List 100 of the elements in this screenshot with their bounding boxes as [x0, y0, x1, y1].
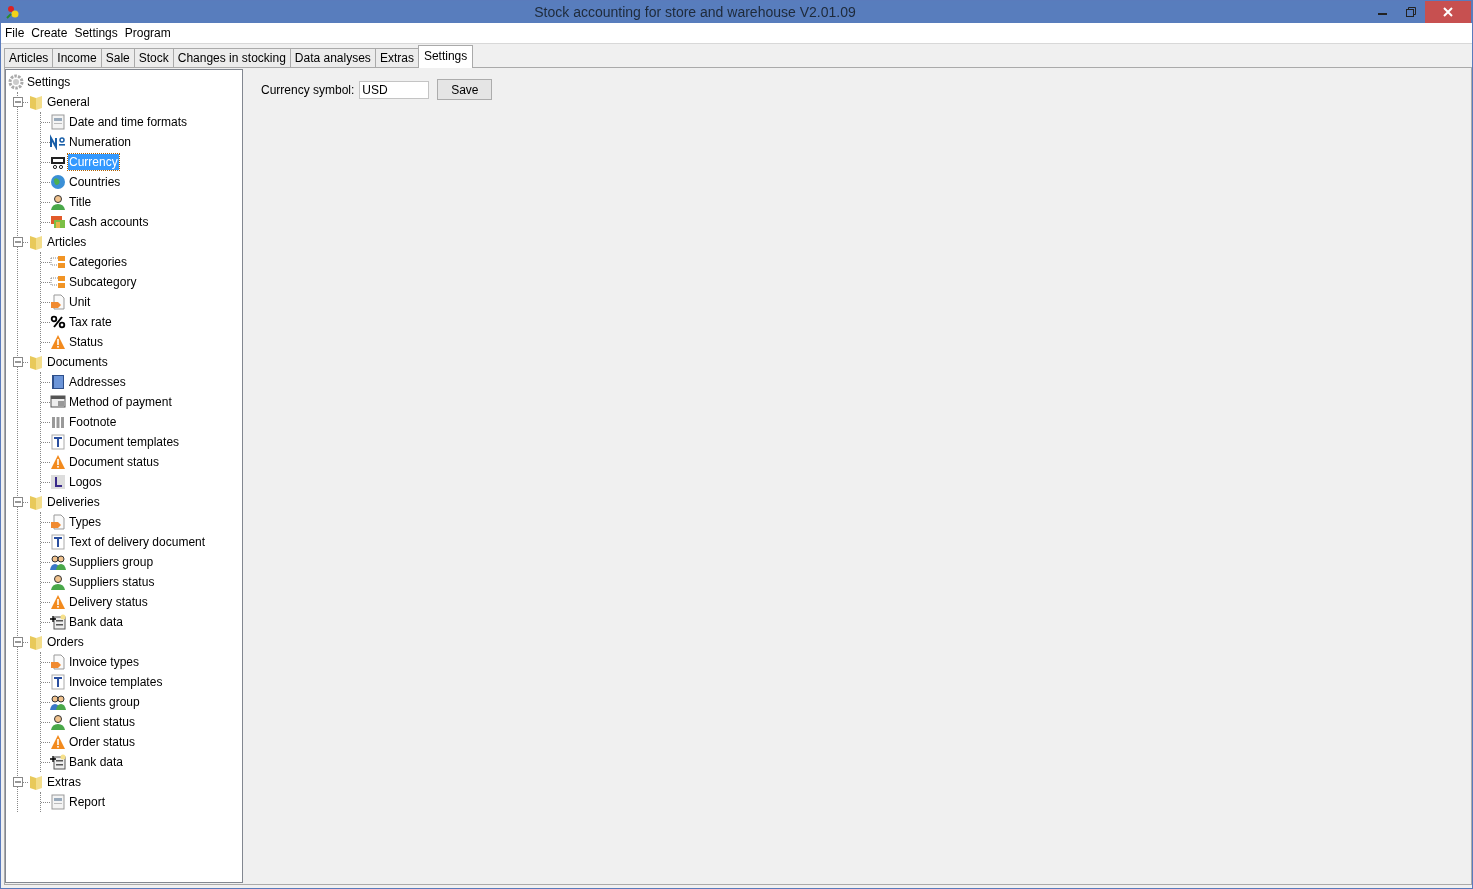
save-button[interactable]: Save: [437, 79, 493, 100]
person-icon: [50, 714, 66, 730]
columns-icon: [50, 414, 66, 430]
tab[interactable]: Sale: [100, 48, 135, 68]
warning-icon: [50, 334, 66, 350]
tree-item[interactable]: Logos: [68, 474, 103, 490]
tree-item[interactable]: Client status: [68, 714, 137, 730]
tree-item[interactable]: Report: [68, 794, 107, 810]
book-icon: [50, 374, 66, 390]
warning-icon: [50, 454, 66, 470]
tab[interactable]: Articles: [4, 48, 54, 68]
folder-icon: [28, 774, 44, 790]
tree-item[interactable]: Document status: [68, 454, 161, 470]
collapse-toggle[interactable]: [13, 777, 23, 787]
restore-icon: [1406, 7, 1416, 17]
tree-item[interactable]: Subcategory: [68, 274, 138, 290]
tree-item[interactable]: Articles: [46, 234, 88, 250]
folder-icon: [28, 494, 44, 510]
tree-item[interactable]: Invoice templates: [68, 674, 164, 690]
tab[interactable]: Stock: [133, 48, 174, 68]
folder-icon: [28, 634, 44, 650]
tab[interactable]: Income: [52, 48, 102, 68]
tree-item[interactable]: Suppliers group: [68, 554, 155, 570]
tree-item[interactable]: Footnote: [68, 414, 118, 430]
tree-item[interactable]: Countries: [68, 174, 122, 190]
logo-icon: [50, 474, 66, 490]
menu-item[interactable]: File: [5, 26, 25, 40]
text-icon: [50, 434, 66, 450]
tree-item[interactable]: Order status: [68, 734, 137, 750]
tree-item[interactable]: Text of delivery document: [68, 534, 207, 550]
tree-item[interactable]: Documents: [46, 354, 109, 370]
tree-item[interactable]: Categories: [68, 254, 129, 270]
minus-icon: [15, 239, 21, 245]
warning-icon: [50, 594, 66, 610]
menu-item[interactable]: Settings: [74, 26, 118, 40]
tree-item[interactable]: Settings: [26, 74, 72, 90]
tree-item[interactable]: Document templates: [68, 434, 181, 450]
tree-item[interactable]: Bank data: [68, 754, 125, 770]
close-icon: [1443, 7, 1453, 17]
folder-icon: [28, 354, 44, 370]
tree-item[interactable]: Numeration: [68, 134, 133, 150]
app-icon: [5, 4, 21, 20]
tree-item[interactable]: Cash accounts: [68, 214, 150, 230]
field-label: Currency symbol:: [260, 81, 356, 98]
tree-item[interactable]: Date and time formats: [68, 114, 189, 130]
tree-item[interactable]: Tax rate: [68, 314, 113, 330]
tree-item[interactable]: Title: [68, 194, 93, 210]
collapse-toggle[interactable]: [13, 97, 23, 107]
person-icon: [50, 194, 66, 210]
minus-icon: [15, 639, 21, 645]
tree-item[interactable]: Unit: [68, 294, 92, 310]
tree-item[interactable]: Orders: [46, 634, 85, 650]
tab[interactable]: Data analyses: [289, 48, 376, 68]
cash-register-icon: [50, 154, 66, 170]
text-icon: [50, 674, 66, 690]
tree-item[interactable]: Method of payment: [68, 394, 173, 410]
tab[interactable]: Settings: [417, 45, 474, 68]
document-icon: [50, 114, 66, 130]
tree-item[interactable]: Bank data: [68, 614, 125, 630]
minus-icon: [15, 359, 21, 365]
minus-icon: [15, 99, 21, 105]
gear-icon: [8, 74, 24, 90]
close-button[interactable]: [1425, 1, 1471, 23]
tree-item[interactable]: Deliveries: [46, 494, 101, 510]
payment-form-icon: [50, 394, 66, 410]
collapse-toggle[interactable]: [13, 237, 23, 247]
tree-item[interactable]: Clients group: [68, 694, 141, 710]
bank-form-icon: [50, 754, 66, 770]
collapse-toggle[interactable]: [13, 497, 23, 507]
collapse-toggle[interactable]: [13, 357, 23, 367]
globe-icon: [50, 174, 66, 190]
tree-item[interactable]: Extras: [46, 774, 82, 790]
tag-icon: [50, 294, 66, 310]
people-icon: [50, 694, 66, 710]
tab[interactable]: Changes in stocking: [172, 48, 291, 68]
window-title: Stock accounting for store and warehouse V2.01.09: [533, 4, 857, 20]
tree-item[interactable]: Suppliers status: [68, 574, 156, 590]
tree-item[interactable]: Types: [68, 514, 102, 530]
person-icon: [50, 574, 66, 590]
tag-icon: [50, 654, 66, 670]
currency-symbol-field[interactable]: USD: [359, 80, 430, 99]
folder-icon: [28, 234, 44, 250]
text-icon: [50, 534, 66, 550]
tag-icon: [50, 514, 66, 530]
warning-icon: [50, 734, 66, 750]
collapse-toggle[interactable]: [13, 637, 23, 647]
bank-form-icon: [50, 614, 66, 630]
menu-item[interactable]: Program: [124, 26, 171, 40]
tree-item[interactable]: General: [46, 94, 91, 110]
folder-icon: [28, 94, 44, 110]
tree-item[interactable]: Addresses: [68, 374, 127, 390]
people-icon: [50, 554, 66, 570]
cash-icon: [50, 214, 66, 230]
tree-item[interactable]: Invoice types: [68, 654, 141, 670]
minus-icon: [15, 779, 21, 785]
menu-item[interactable]: Create: [31, 26, 68, 40]
percent-icon: [50, 314, 66, 330]
tree-item[interactable]: Status: [68, 334, 105, 350]
tree-item[interactable]: Delivery status: [68, 594, 149, 610]
tab[interactable]: Extras: [374, 48, 419, 68]
